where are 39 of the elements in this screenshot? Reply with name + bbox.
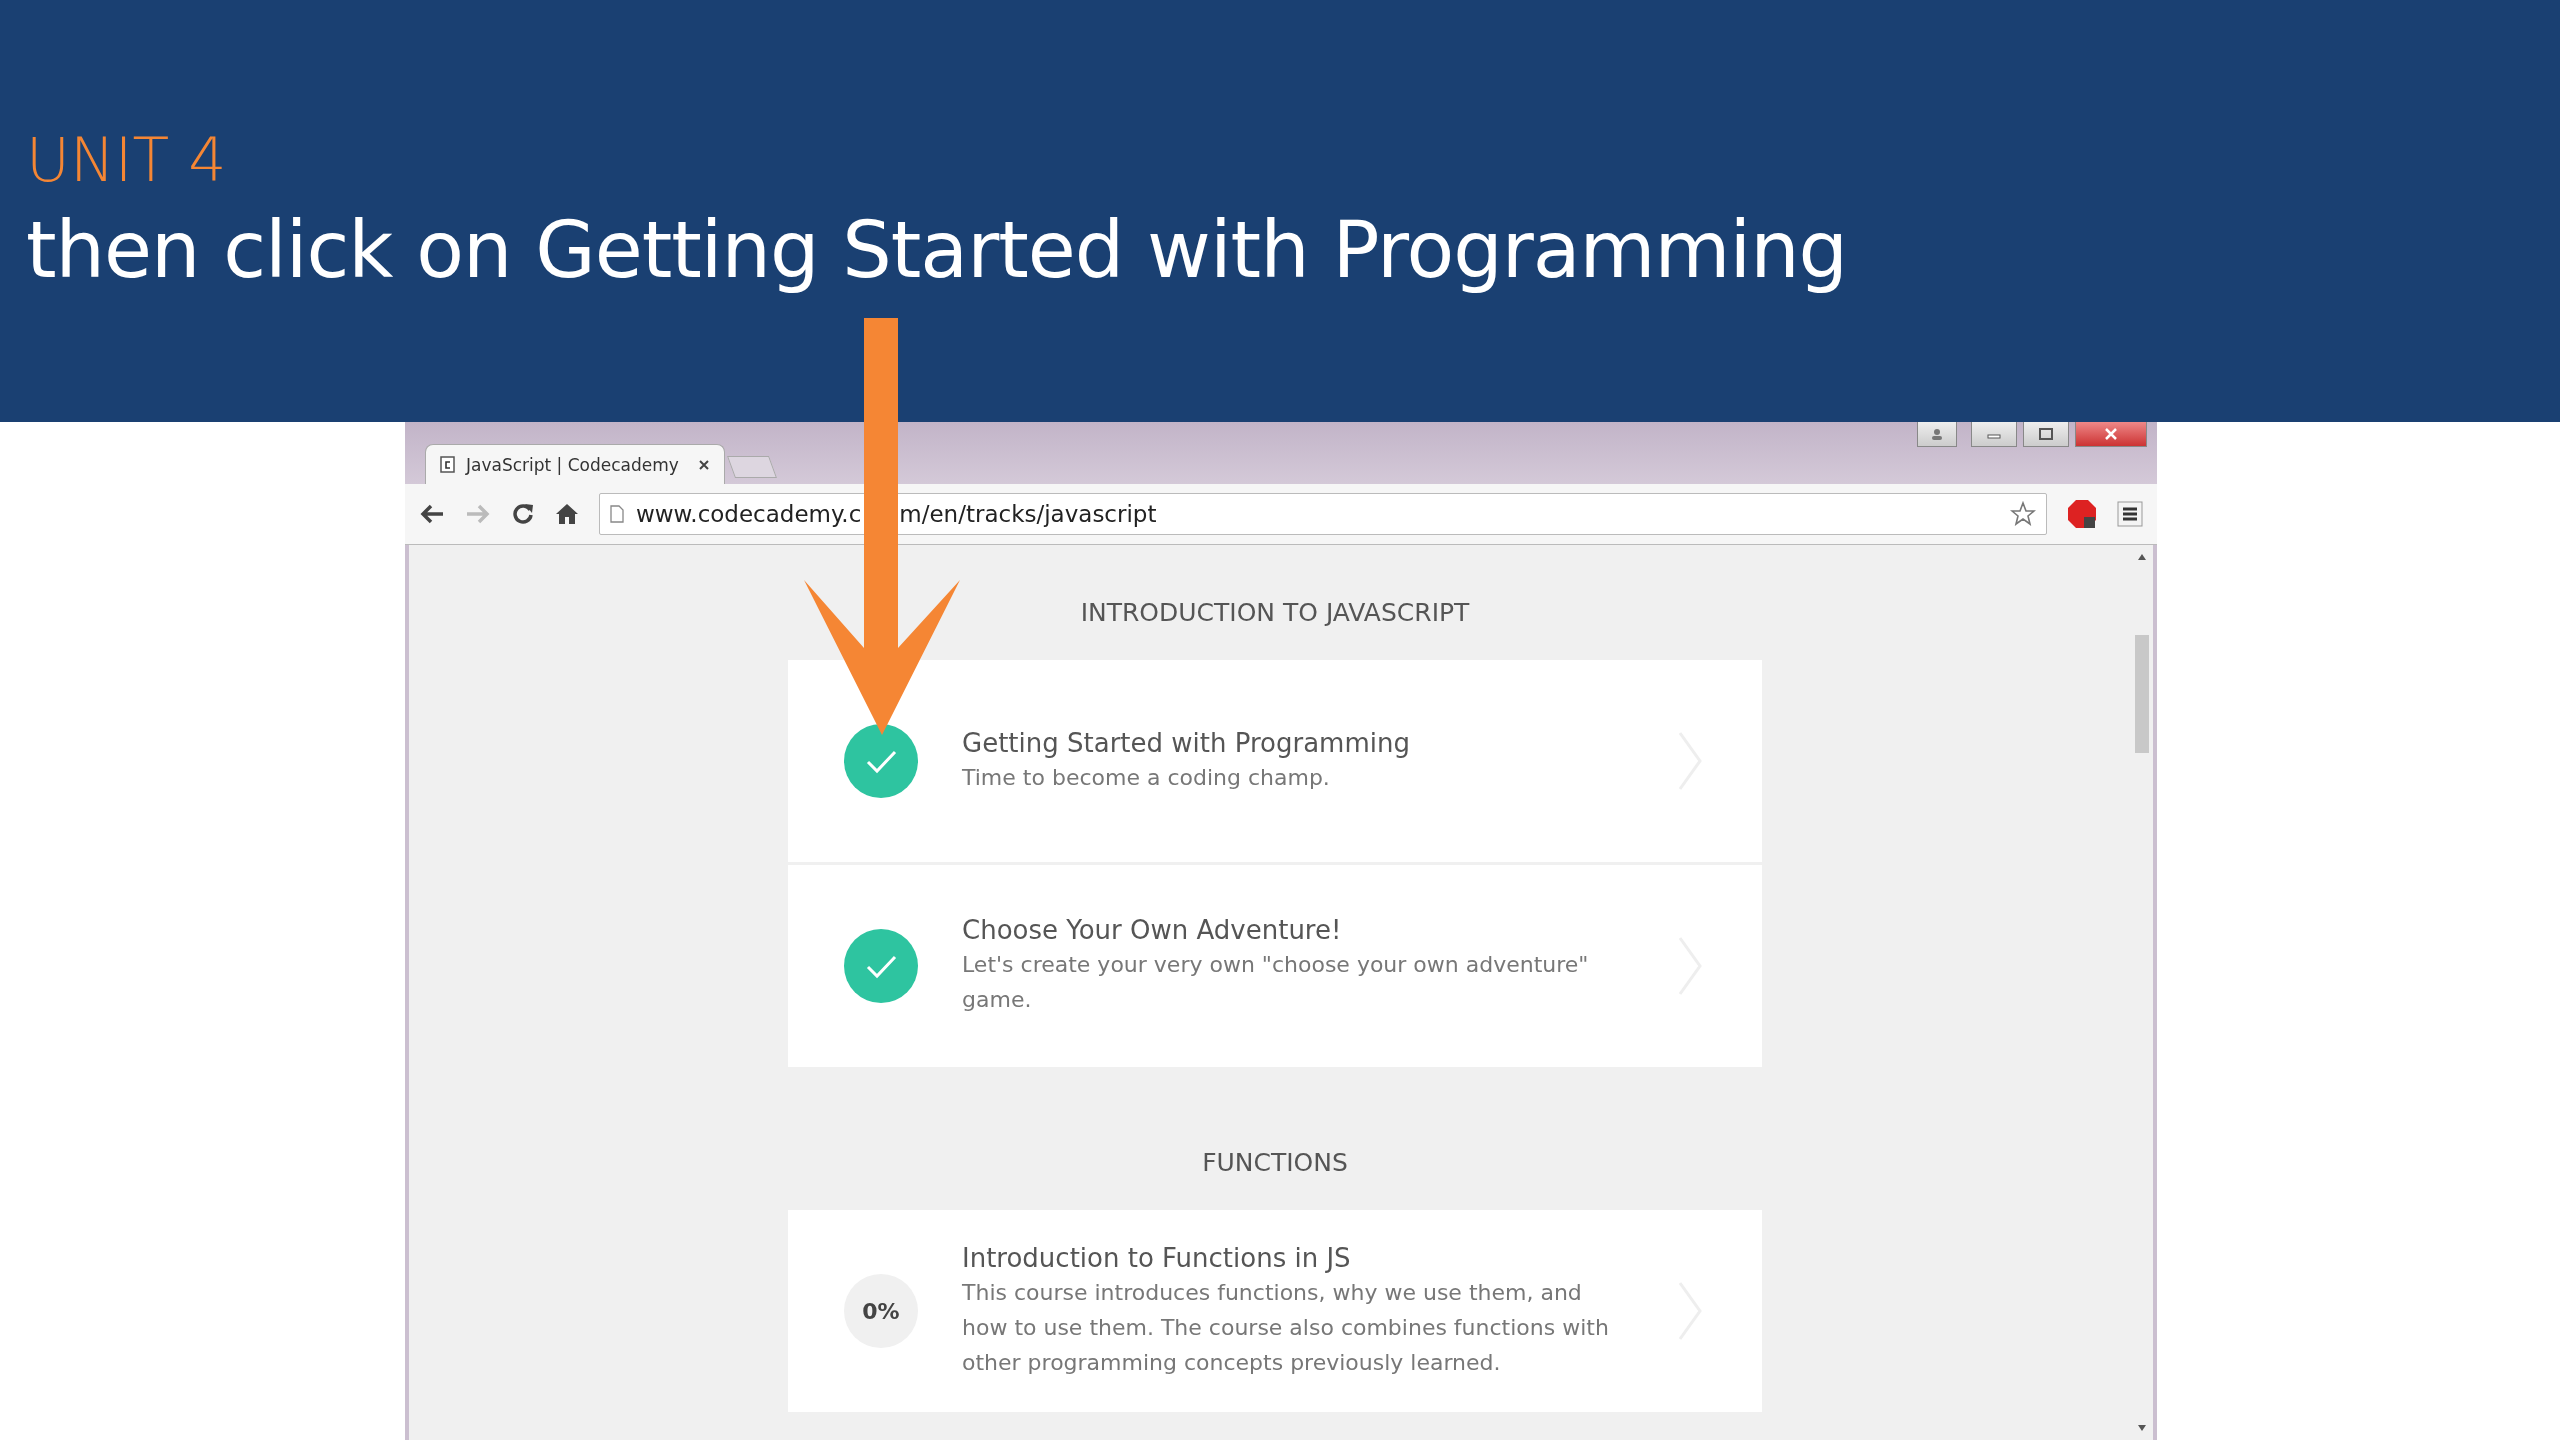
- minimize-button[interactable]: [1971, 422, 2017, 447]
- menu-icon[interactable]: [2117, 501, 2143, 527]
- user-button[interactable]: [1917, 422, 1957, 447]
- stop-sign-icon[interactable]: [2067, 499, 2097, 529]
- window-close-button[interactable]: [2075, 422, 2147, 447]
- scrollbar-thumb[interactable]: [2135, 635, 2149, 753]
- address-bar[interactable]: www.codecademy.c m/en/tracks/javascript: [599, 493, 2047, 535]
- course-card[interactable]: Getting Started with Programming Time to become a coding champ.: [788, 660, 1762, 862]
- course-card[interactable]: 0% Introduction to Functions in JS This course introduces functions, why we use them, and how to use them. The course also combines functions with other programming concepts previously learned.: [788, 1210, 1762, 1412]
- star-icon[interactable]: [2010, 501, 2036, 527]
- home-icon[interactable]: [555, 502, 579, 526]
- maximize-button[interactable]: [2023, 422, 2069, 447]
- close-icon: [2104, 428, 2118, 440]
- maximize-icon: [2039, 428, 2053, 440]
- checkmark-icon: [844, 724, 918, 798]
- checkmark-icon: [844, 929, 918, 1003]
- page-icon: [440, 455, 456, 474]
- close-icon[interactable]: [698, 458, 710, 471]
- person-icon: [1930, 428, 1944, 440]
- url-text: www.codecademy.c: [636, 501, 862, 527]
- scroll-down-icon[interactable]: [2137, 1424, 2147, 1432]
- browser-tab[interactable]: JavaScript | Codecademy: [425, 444, 725, 484]
- course-description: This course introduces functions, why we use them, and how to use them. The course also combines functions with other programming concepts previously learned.: [962, 1278, 1610, 1377]
- scroll-up-icon[interactable]: [2137, 553, 2147, 561]
- progress-badge: 0%: [844, 1274, 918, 1348]
- course-title: Introduction to Functions in JS: [962, 1242, 1352, 1273]
- course-card[interactable]: Choose Your Own Adventure! Let's create your very own "choose your own adventure" game.: [788, 865, 1762, 1067]
- reload-icon[interactable]: [511, 502, 535, 526]
- course-title: Getting Started with Programming: [962, 727, 1411, 758]
- course-description: Let's create your very own "choose your own adventure" game.: [962, 951, 1590, 1014]
- back-icon[interactable]: [419, 503, 445, 525]
- page-icon: [610, 505, 624, 523]
- course-title: Choose Your Own Adventure!: [962, 915, 1343, 945]
- url-text: m/en/tracks/javascript: [899, 501, 1157, 527]
- section-heading: INTRODUCTION TO JAVASCRIPT: [1080, 597, 1470, 629]
- unit-label: UNIT 4: [26, 124, 228, 197]
- course-description: Time to become a coding champ.: [962, 763, 1331, 792]
- slide-title: then click on Getting Started with Programming: [26, 204, 1849, 297]
- section-heading: FUNCTIONS: [1202, 1147, 1348, 1179]
